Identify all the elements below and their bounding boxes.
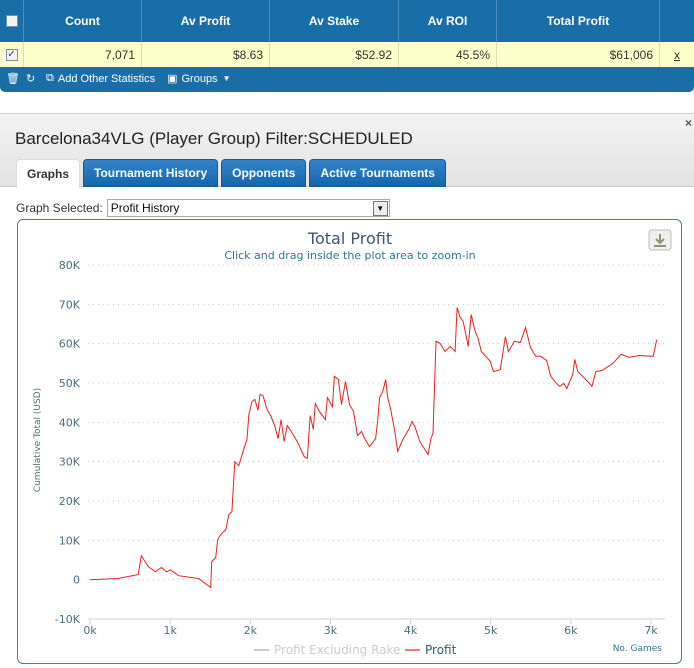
tab-active-tournaments[interactable]: Active Tournaments <box>309 159 446 187</box>
y-tick-label: 10K <box>59 534 81 547</box>
profit-chart[interactable]: Total Profit Click and drag inside the p… <box>18 220 683 665</box>
y-tick-label: 20K <box>59 495 81 508</box>
groups-dropdown[interactable]: ▣ Groups ▼ <box>167 72 231 86</box>
chart-title: Total Profit <box>307 229 392 248</box>
cell-av-roi: 45.5% <box>399 42 497 67</box>
cell-total-profit: $61,006 <box>497 42 660 67</box>
row-checkbox[interactable]: ✓ <box>5 48 18 61</box>
x-tick-label: 1k <box>163 624 177 637</box>
x-tick-label: 4k <box>404 624 418 637</box>
column-header-av-roi[interactable]: Av ROI <box>399 0 497 42</box>
close-icon[interactable]: × <box>685 116 692 130</box>
y-tick-label: 0 <box>73 574 80 587</box>
y-tick-label: 80K <box>59 259 81 272</box>
cell-av-profit: $8.63 <box>142 42 270 67</box>
window-icon: ⧉ <box>46 72 54 84</box>
table-row: ✓ 7,071 $8.63 $52.92 45.5% $61,006 x <box>0 42 694 67</box>
statistics-table: Count Av Profit Av Stake Av ROI Total Pr… <box>0 0 694 92</box>
chevron-down-icon: ▼ <box>372 200 388 216</box>
y-tick-label: 60K <box>59 338 81 351</box>
x-tick-label: 3k <box>324 624 338 637</box>
tab-tournament-history[interactable]: Tournament History <box>83 159 219 187</box>
y-tick-label: -10K <box>55 613 81 626</box>
cell-count: 7,071 <box>24 42 142 67</box>
graph-selected-label: Graph Selected: <box>16 201 103 215</box>
tab-graphs[interactable]: Graphs <box>16 159 81 188</box>
stats-toolbar: 🗑 ↻ ⧉ Add Other Statistics ▣ Groups ▼ <box>0 67 230 90</box>
y-axis-title: Cumulative Total (USD) <box>33 388 43 492</box>
add-other-statistics-button[interactable]: ⧉ Add Other Statistics <box>46 72 155 85</box>
svg-text:Profit Excluding Rake: Profit Excluding Rake <box>274 643 400 657</box>
y-tick-label: 50K <box>59 377 81 390</box>
svg-text:Profit: Profit <box>425 643 457 657</box>
tab-opponents[interactable]: Opponents <box>221 159 307 187</box>
x-axis-title: No. Games <box>613 644 663 654</box>
legend-item-profit[interactable]: Profit <box>405 643 457 657</box>
panel-title: Barcelona34VLG (Player Group) Filter:SCH… <box>15 129 413 148</box>
x-tick-label: 6k <box>564 624 578 637</box>
column-header-total-profit[interactable]: Total Profit <box>497 0 660 42</box>
chart-subtitle: Click and drag inside the plot area to z… <box>224 249 475 262</box>
series-line-profit <box>89 307 658 589</box>
select-all-checkbox[interactable] <box>5 15 18 27</box>
column-header-count[interactable]: Count <box>24 0 142 42</box>
y-tick-label: 70K <box>59 298 81 311</box>
y-tick-label: 30K <box>59 456 81 469</box>
legend-item-profit-excluding-rake[interactable]: Profit Excluding Rake <box>254 643 400 657</box>
y-tick-label: 40K <box>59 416 81 429</box>
table-header-row: Count Av Profit Av Stake Av ROI Total Pr… <box>0 0 694 42</box>
column-header-av-stake[interactable]: Av Stake <box>270 0 399 42</box>
x-tick-label: 5k <box>484 624 498 637</box>
caret-down-icon: ▼ <box>222 74 231 83</box>
save-icon: ▣ <box>167 73 178 85</box>
graph-select[interactable]: Profit History ▼ <box>106 199 390 217</box>
column-header-av-profit[interactable]: Av Profit <box>142 0 270 42</box>
x-tick-label: 2k <box>244 624 258 637</box>
remove-row-link[interactable]: x <box>660 42 694 67</box>
x-tick-label: 0k <box>83 624 97 637</box>
cell-av-stake: $52.92 <box>270 42 399 67</box>
trash-icon[interactable]: 🗑 <box>6 72 22 85</box>
refresh-icon[interactable]: ↻ <box>26 72 42 85</box>
tab-bar: Graphs Tournament History Opponents Acti… <box>16 159 446 188</box>
x-tick-label: 7k <box>644 624 658 637</box>
player-group-panel: Barcelona34VLG (Player Group) Filter:SCH… <box>0 113 694 668</box>
download-button[interactable] <box>648 229 672 251</box>
chart-container[interactable]: Total Profit Click and drag inside the p… <box>17 219 682 664</box>
